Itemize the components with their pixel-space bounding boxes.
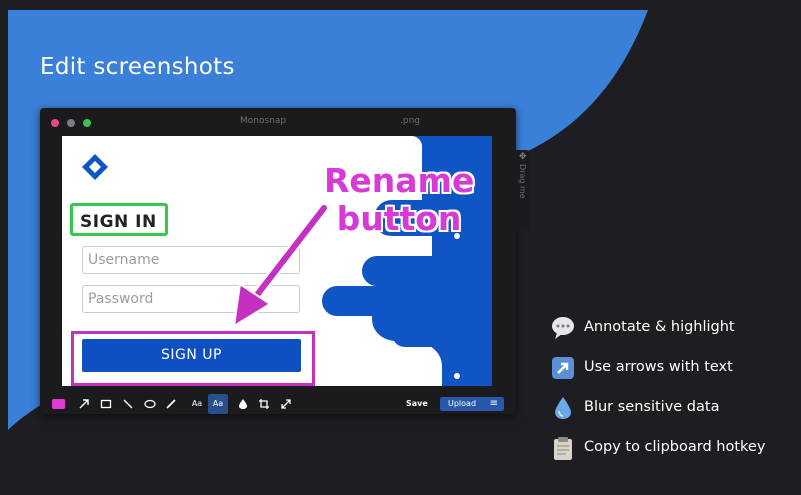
window-title: Monosnap	[240, 116, 287, 126]
drag-handle-label: Drag me	[518, 164, 527, 199]
upload-button-label: Upload	[448, 399, 477, 408]
line-tool-icon[interactable]	[122, 398, 134, 410]
feature-label: Annotate & highlight	[584, 319, 735, 335]
maximize-window-button[interactable]	[83, 119, 91, 127]
editor-toolbar: Aa Aa Save Upload ≡	[40, 394, 516, 414]
blur-drop-tool-icon[interactable]	[238, 398, 248, 410]
arrow-icon	[552, 357, 574, 379]
page-title: Edit screenshots	[40, 54, 235, 80]
close-window-button[interactable]	[51, 119, 59, 127]
drop-icon	[555, 397, 571, 419]
color-picker-swatch[interactable]	[52, 399, 65, 409]
arrow-tool-icon[interactable]	[78, 398, 90, 410]
minimize-window-button[interactable]	[67, 119, 75, 127]
menu-icon[interactable]: ≡	[490, 397, 498, 411]
screenshot-canvas[interactable]: SIGN IN Username Password SIGN UP Rename…	[62, 136, 492, 386]
feature-label: Use arrows with text	[584, 359, 733, 375]
text-size-button[interactable]: Aa	[190, 394, 204, 414]
clipboard-icon	[554, 437, 572, 460]
window-file-ext: .png	[400, 116, 420, 126]
annotation-text-line-2[interactable]: button	[324, 200, 474, 238]
feature-label: Blur sensitive data	[584, 399, 720, 415]
speech-bubble-icon	[552, 317, 574, 339]
move-icon: ✥	[519, 152, 527, 162]
save-button[interactable]: Save	[406, 394, 428, 414]
pen-tool-icon[interactable]	[165, 398, 177, 410]
crop-tool-icon[interactable]	[258, 398, 270, 410]
upload-button[interactable]: Upload ≡	[440, 397, 504, 411]
annotation-text-line-1[interactable]: Rename	[324, 162, 474, 200]
ellipse-tool-icon[interactable]	[144, 398, 156, 410]
text-style-button[interactable]: Aa	[208, 394, 228, 414]
drag-handle[interactable]: ✥ Drag me	[516, 150, 530, 230]
rectangle-tool-icon[interactable]	[100, 398, 112, 410]
feature-label: Copy to clipboard hotkey	[584, 439, 766, 455]
app-window: Monosnap .png SIGN IN Username Password …	[40, 108, 516, 414]
resize-tool-icon[interactable]	[280, 398, 292, 410]
window-titlebar[interactable]: Monosnap .png	[40, 108, 516, 134]
